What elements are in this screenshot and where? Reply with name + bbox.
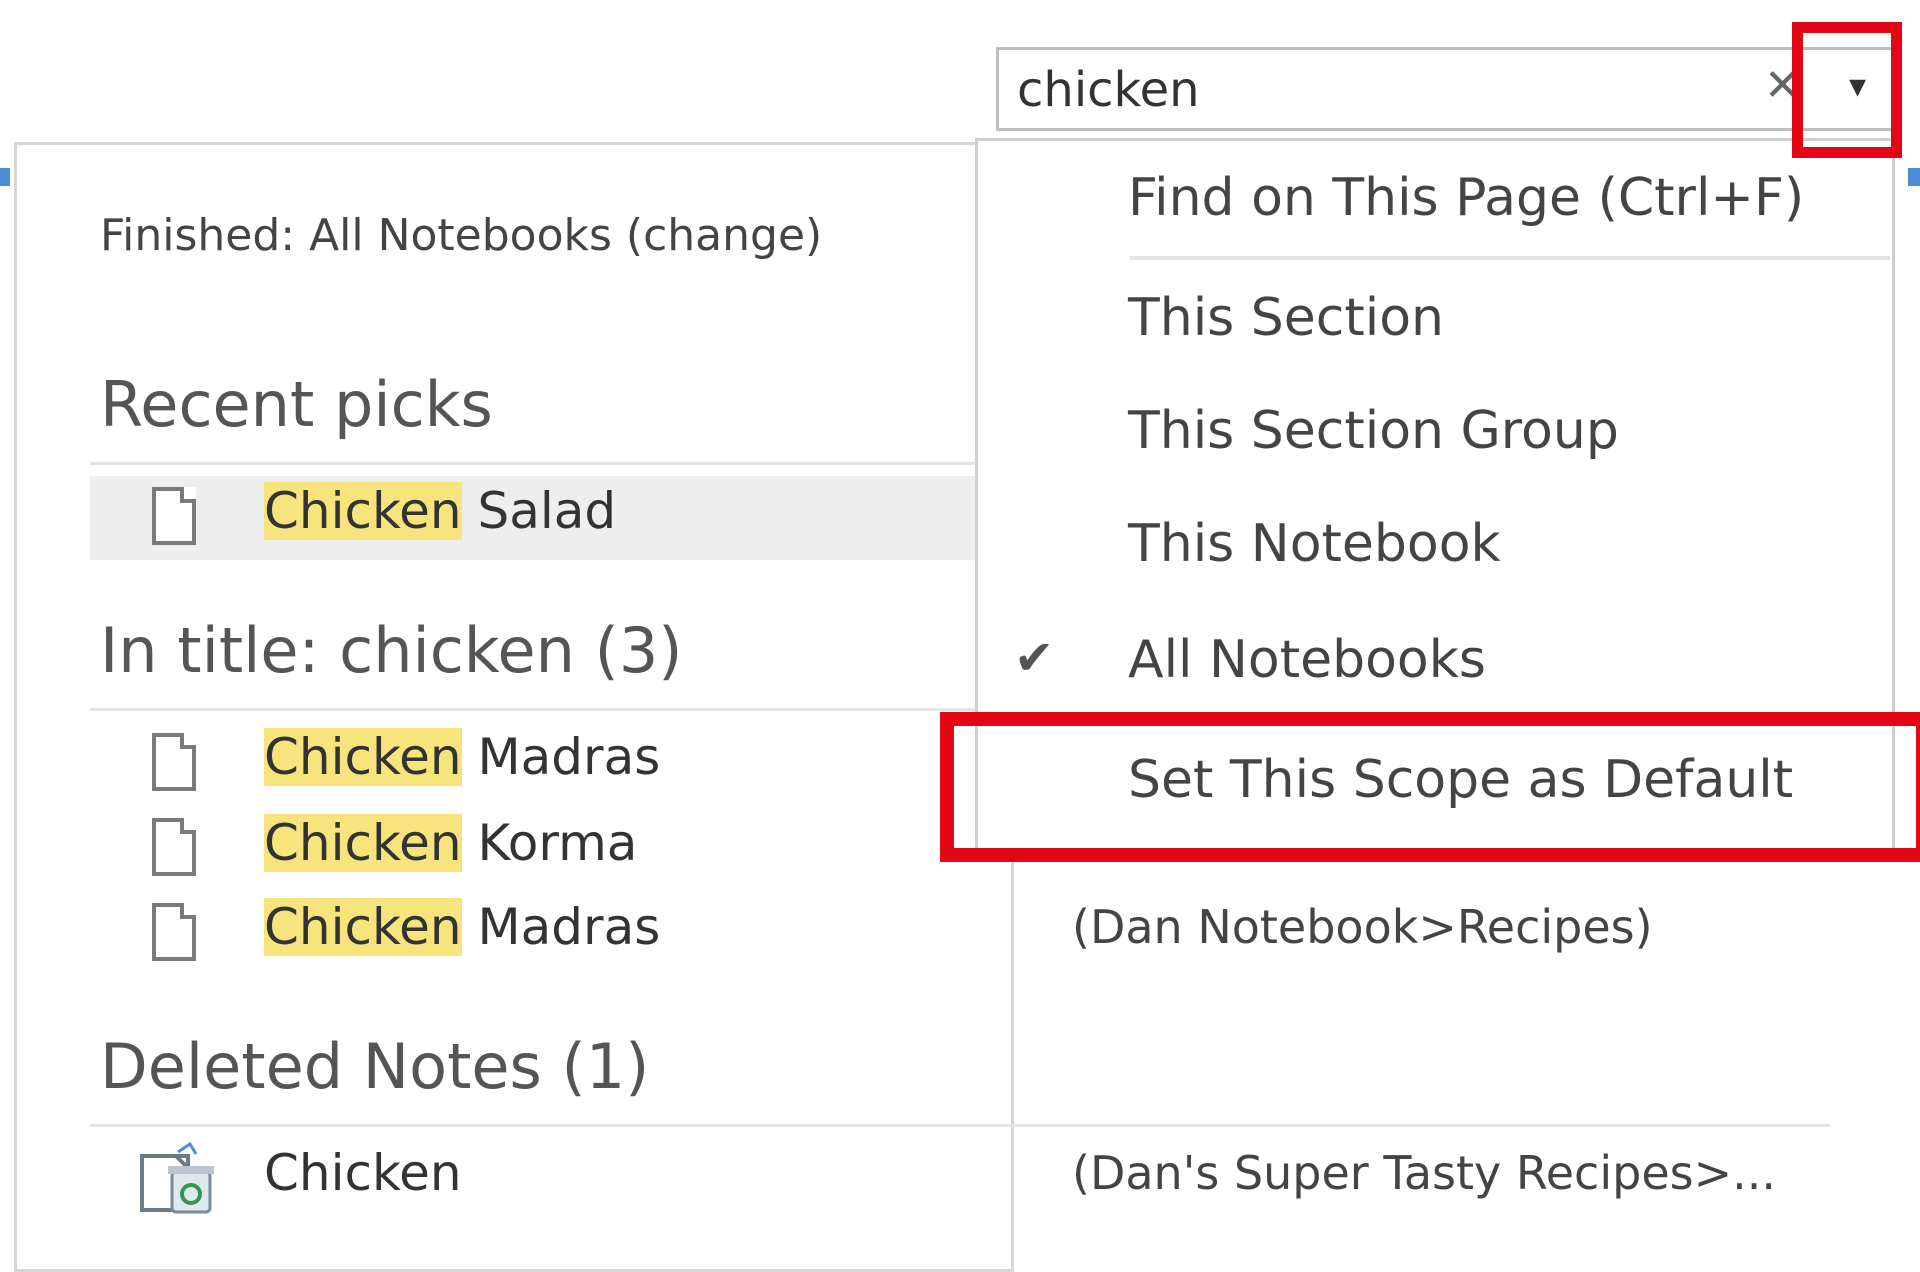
annotation-highlight-dropdown [1792, 22, 1902, 158]
recent-picks-heading: Recent picks [100, 368, 493, 441]
window-accent-left [0, 168, 10, 186]
result-title[interactable]: Chicken [264, 1144, 462, 1202]
menu-item-find-on-page[interactable]: Find on This Page (Ctrl+F) [1128, 168, 1804, 228]
checkmark-icon: ✔ [1014, 630, 1055, 686]
section-divider [90, 462, 990, 465]
menu-item-this-notebook[interactable]: This Notebook [1128, 514, 1501, 574]
search-status[interactable]: Finished: All Notebooks (change) [100, 210, 822, 261]
section-divider [90, 708, 990, 711]
recycle-bin-icon [140, 1142, 214, 1214]
search-box[interactable]: ✕ ▾ [996, 47, 1896, 131]
in-title-heading: In title: chicken (3) [100, 614, 683, 687]
result-title-rest: Madras [461, 728, 661, 786]
result-title[interactable]: Chicken Madras [264, 728, 660, 786]
result-title[interactable]: Chicken Salad [264, 482, 616, 540]
page-icon [152, 818, 196, 876]
annotation-highlight-set-default [940, 712, 1920, 862]
menu-item-this-section-group[interactable]: This Section Group [1128, 401, 1619, 461]
window-accent-right [1908, 168, 1920, 186]
result-location: (Dan's Super Tasty Recipes>... [1072, 1146, 1776, 1200]
menu-item-all-notebooks[interactable]: All Notebooks [1128, 630, 1486, 690]
match-highlight: Chicken [264, 814, 462, 872]
match-highlight: Chicken [264, 728, 462, 786]
section-divider [90, 1124, 1830, 1127]
search-input[interactable] [1017, 60, 1717, 120]
result-location: (Dan Notebook>Recipes) [1072, 900, 1653, 954]
match-highlight: Chicken [264, 898, 462, 956]
match-highlight: Chicken [264, 482, 462, 540]
result-title-rest: Korma [461, 814, 638, 872]
page-icon [152, 733, 196, 791]
menu-item-this-section[interactable]: This Section [1128, 288, 1444, 348]
result-title-rest: Madras [461, 898, 661, 956]
page-icon [152, 903, 196, 961]
page-icon [152, 487, 196, 545]
deleted-notes-heading: Deleted Notes (1) [100, 1030, 650, 1103]
menu-separator [1130, 256, 1890, 260]
result-title-rest: Salad [461, 482, 617, 540]
result-title[interactable]: Chicken Madras [264, 898, 660, 956]
result-title[interactable]: Chicken Korma [264, 814, 637, 872]
